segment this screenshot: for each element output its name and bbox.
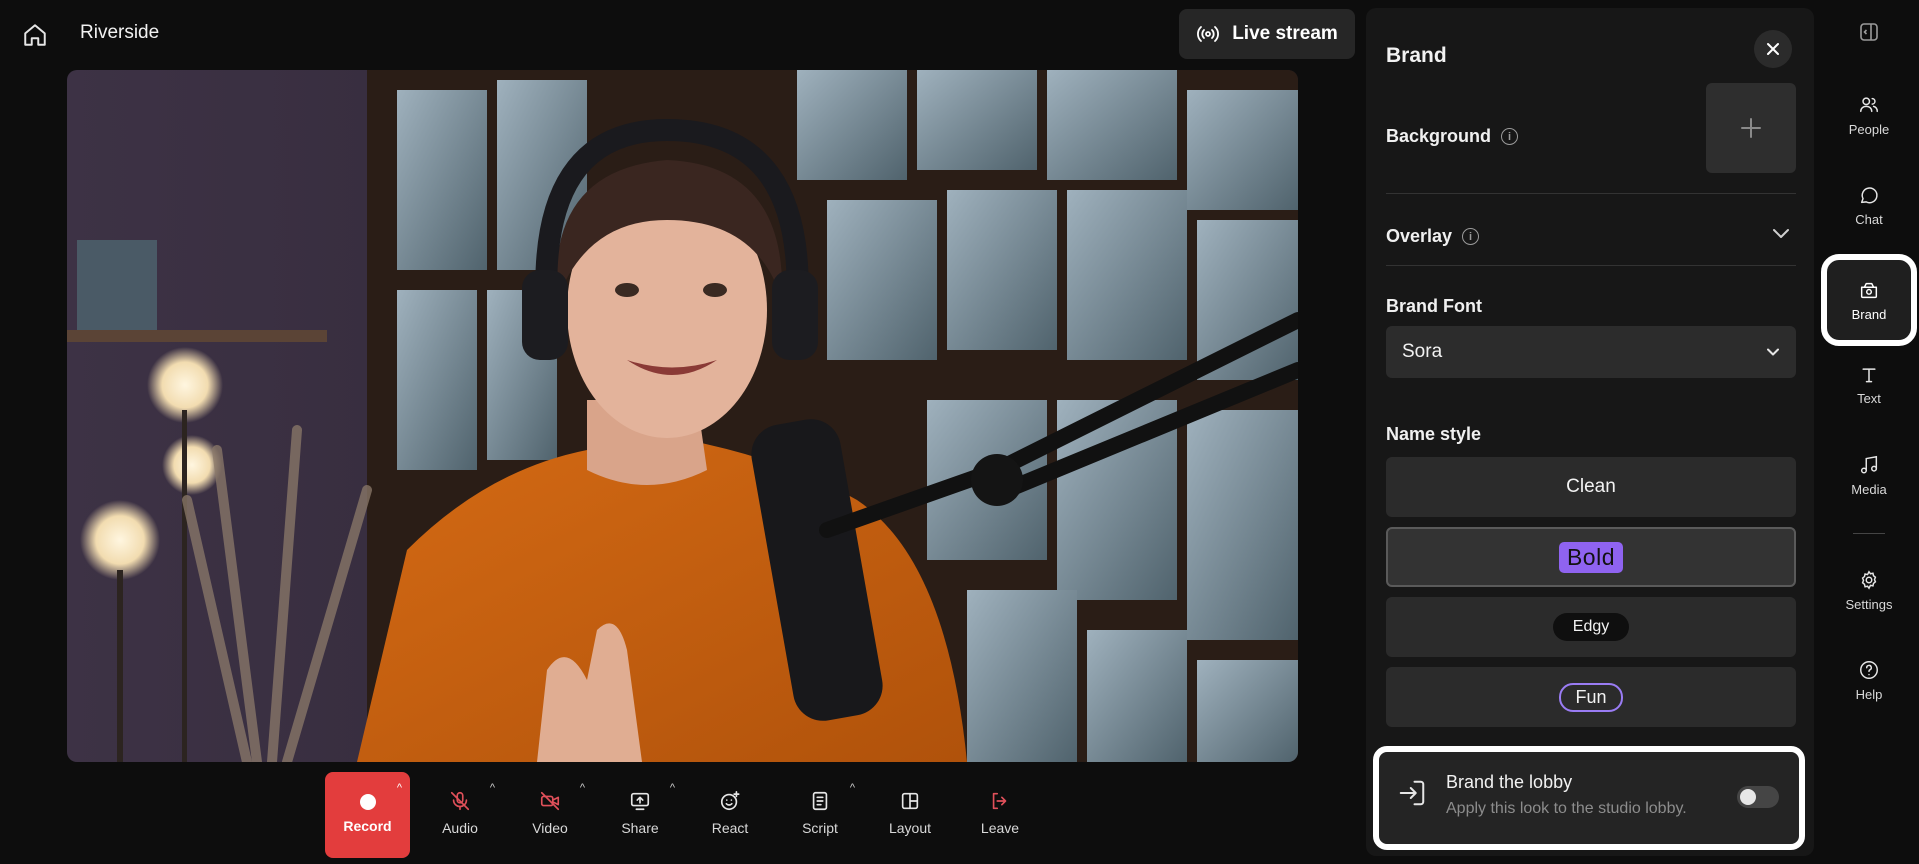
home-icon — [24, 24, 46, 46]
layout-icon — [901, 792, 919, 810]
overlay-expand-button[interactable] — [1766, 218, 1796, 248]
help-icon — [1860, 660, 1878, 679]
share-label: Share — [621, 820, 659, 836]
share-options-caret[interactable]: ^ — [670, 782, 675, 794]
script-options-caret[interactable]: ^ — [850, 782, 855, 794]
leave-button[interactable]: Leave — [955, 772, 1045, 858]
people-icon — [1860, 96, 1878, 112]
record-dot-icon — [359, 794, 376, 810]
name-style-fun[interactable]: Fun — [1386, 667, 1796, 727]
close-icon — [1767, 43, 1779, 55]
background-row: Background i — [1386, 126, 1519, 147]
right-rail: People Chat Brand Text Media Settings He… — [1820, 0, 1919, 864]
gear-icon — [1861, 569, 1877, 590]
chevron-down-icon — [1773, 229, 1789, 238]
script-label: Script — [802, 820, 838, 836]
name-style-edgy-label: Edgy — [1552, 613, 1630, 641]
close-panel-button[interactable] — [1754, 30, 1792, 68]
video-stage — [67, 70, 1298, 762]
brand-lobby-card: Brand the lobby Apply this look to the s… — [1373, 746, 1805, 850]
overlay-label: Overlay — [1386, 226, 1453, 246]
live-stream-label: Live stream — [1232, 23, 1338, 44]
name-style-clean-label: Clean — [1566, 476, 1616, 497]
rail-item-text[interactable]: Text — [1824, 345, 1914, 425]
react-button[interactable]: React — [685, 772, 775, 858]
sidebar-toggle-icon — [1860, 23, 1878, 41]
toggle-knob — [1740, 789, 1756, 805]
rail-item-brand[interactable]: Brand — [1821, 254, 1917, 346]
name-style-bold[interactable]: Bold — [1386, 527, 1796, 587]
add-background-button[interactable] — [1706, 83, 1796, 173]
name-style-clean[interactable]: Clean — [1386, 457, 1796, 517]
rail-media-label: Media — [1851, 481, 1887, 497]
divider — [1386, 193, 1796, 194]
brand-panel: Brand Background i Overlay i Brand Font … — [1366, 8, 1814, 856]
music-note-icon — [1860, 455, 1878, 474]
brand-font-label: Brand Font — [1386, 296, 1482, 316]
camera-off-icon — [540, 791, 560, 811]
brand-lobby-subtitle: Apply this look to the studio lobby. — [1446, 800, 1687, 817]
script-button[interactable]: ^ Script — [775, 772, 865, 858]
audio-label: Audio — [442, 820, 478, 836]
live-stream-button[interactable]: Live stream — [1179, 9, 1355, 59]
layout-label: Layout — [888, 820, 932, 836]
name-style-fun-label: Fun — [1559, 682, 1623, 712]
home-button[interactable] — [20, 20, 50, 50]
brand-font-value: Sora — [1402, 341, 1443, 362]
collapse-panel-button[interactable] — [1857, 20, 1881, 49]
enter-lobby-icon — [1399, 780, 1425, 806]
broadcast-icon — [1197, 26, 1220, 42]
top-bar: Riverside — [0, 0, 1360, 68]
brand-lobby-title: Brand the lobby — [1446, 772, 1573, 792]
app-title: Riverside — [80, 22, 160, 43]
rail-chat-label: Chat — [1855, 211, 1883, 227]
record-button[interactable]: ^ Record — [325, 772, 410, 858]
name-style-bold-label: Bold — [1558, 541, 1624, 573]
rail-item-chat[interactable]: Chat — [1824, 165, 1914, 245]
chat-icon — [1860, 186, 1878, 203]
audio-options-caret[interactable]: ^ — [490, 782, 495, 794]
rail-item-people[interactable]: People — [1824, 75, 1914, 155]
rail-divider — [1853, 533, 1885, 534]
rail-settings-label: Settings — [1845, 596, 1893, 612]
text-icon — [1862, 367, 1876, 382]
background-label: Background — [1386, 126, 1492, 146]
mic-muted-icon — [450, 791, 470, 811]
rail-text-label: Text — [1857, 390, 1881, 406]
overlay-info-icon[interactable]: i — [1462, 228, 1480, 245]
overlay-row[interactable]: Overlay i — [1386, 226, 1480, 247]
name-style-label: Name style — [1386, 424, 1482, 444]
emoji-add-icon — [720, 791, 740, 811]
rail-item-media[interactable]: Media — [1824, 435, 1914, 515]
brand-font-select[interactable]: Sora — [1386, 326, 1796, 378]
panel-title: Brand — [1386, 44, 1447, 67]
divider — [1386, 265, 1796, 266]
react-label: React — [711, 820, 749, 836]
video-options-caret[interactable]: ^ — [580, 782, 585, 794]
plus-icon — [1741, 118, 1761, 138]
rail-brand-label: Brand — [1851, 306, 1887, 322]
leave-label: Leave — [980, 820, 1020, 836]
rail-help-label: Help — [1855, 686, 1883, 702]
rail-people-label: People — [1848, 121, 1890, 137]
chevron-down-icon — [1767, 348, 1779, 356]
audio-button[interactable]: ^ Audio — [415, 772, 505, 858]
layout-button[interactable]: Layout — [865, 772, 955, 858]
camera-feed — [67, 70, 1298, 762]
brand-lobby-toggle[interactable] — [1737, 786, 1779, 808]
record-label: Record — [343, 818, 392, 834]
script-document-icon — [812, 791, 828, 811]
screen-share-icon — [630, 792, 650, 811]
name-style-edgy[interactable]: Edgy — [1386, 597, 1796, 657]
brand-kit-icon — [1860, 282, 1878, 298]
leave-icon — [992, 792, 1007, 810]
rail-item-settings[interactable]: Settings — [1824, 550, 1914, 630]
record-options-caret[interactable]: ^ — [397, 782, 402, 794]
background-info-icon[interactable]: i — [1501, 128, 1519, 145]
video-label: Video — [532, 820, 568, 836]
video-button[interactable]: ^ Video — [505, 772, 595, 858]
share-button[interactable]: ^ Share — [595, 772, 685, 858]
rail-item-help[interactable]: Help — [1824, 640, 1914, 720]
bottom-toolbar: ^ Record ^ Audio ^ Video ^ Share React ^… — [325, 772, 1045, 858]
